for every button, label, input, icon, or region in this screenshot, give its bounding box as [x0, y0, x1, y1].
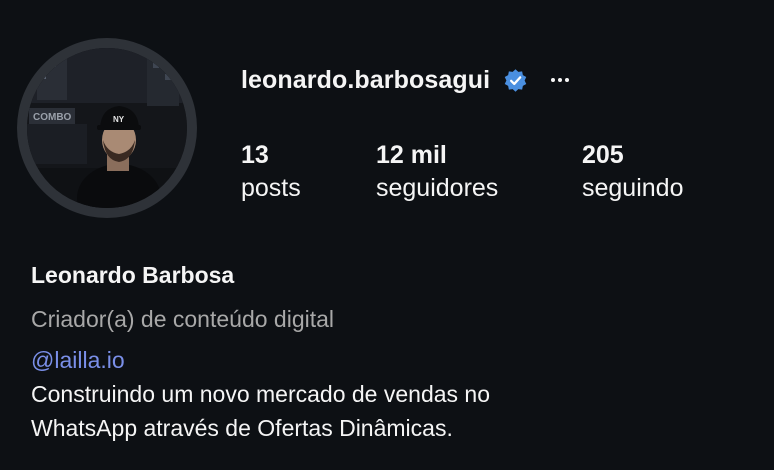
followers-count-value: 12 mil: [376, 141, 447, 169]
profile-category: Criador(a) de conteúdo digital: [31, 306, 335, 332]
bio-line-2: WhatsApp através de Ofertas Dinâmicas.: [31, 415, 453, 441]
mention-link[interactable]: @lailla.io: [31, 343, 125, 377]
profile-avatar[interactable]: COMBO NY: [27, 48, 187, 208]
followers-count-label: seguidores: [376, 174, 499, 202]
followers-link[interactable]: 12 mil seguidores: [376, 140, 498, 206]
username-row: leonardo.barbosagui: [241, 62, 573, 98]
posts-count-label: posts: [241, 174, 301, 202]
following-count-label: seguindo: [582, 174, 684, 202]
following-count-value: 205: [582, 141, 624, 169]
full-name: Leonardo Barbosa: [31, 262, 235, 288]
profile-bio: Leonardo Barbosa Criador(a) de conteúdo …: [31, 258, 751, 445]
bio-line-1: Construindo um novo mercado de vendas no: [31, 381, 491, 407]
avatar-photo: COMBO NY: [27, 48, 187, 208]
svg-text:COMBO: COMBO: [33, 112, 72, 123]
more-options-icon[interactable]: [547, 67, 573, 93]
posts-count-value: 13: [241, 141, 269, 169]
username[interactable]: leonardo.barbosagui: [241, 66, 490, 95]
following-link[interactable]: 205 seguindo: [582, 140, 683, 206]
posts-count: 13 posts: [241, 140, 301, 206]
svg-text:NY: NY: [113, 115, 125, 124]
verified-badge-icon: [503, 68, 528, 93]
